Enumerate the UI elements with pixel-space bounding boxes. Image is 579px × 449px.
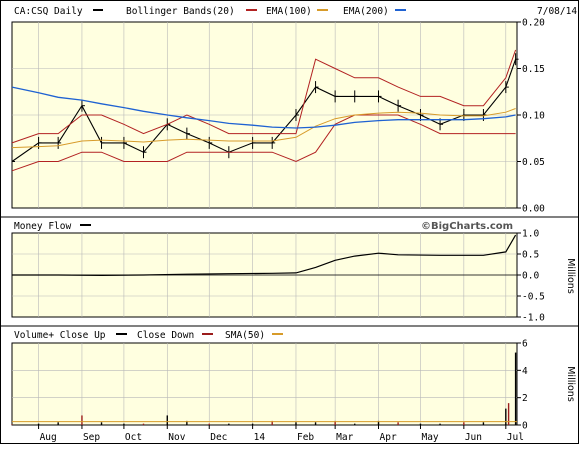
x-tick-label: 14 xyxy=(254,432,266,443)
money-flow-title: Money Flow xyxy=(14,221,71,232)
chart-date: 7/08/14 xyxy=(537,6,577,17)
x-tick-label: Sep xyxy=(83,432,100,443)
price-ytick-label: 0.15 xyxy=(522,64,545,75)
money-flow-ytick-label: -0.5 xyxy=(522,292,545,303)
volume-ylabel: Millions xyxy=(565,366,576,402)
price-ytick-label: 0.05 xyxy=(522,157,545,168)
ema200-legend-label: EMA(200) xyxy=(343,6,389,17)
money-flow-ylabel: Millions xyxy=(565,258,576,294)
volume-title: Volume+ Close Up xyxy=(14,330,106,341)
volume-ytick-label: 0 xyxy=(522,421,528,432)
price-ytick-label: 0.10 xyxy=(522,111,545,122)
stock-chart: Aug Sep Oct Nov Dec 14 Feb Mar Apr May Jun Jul 0.20 0… xyxy=(0,0,579,444)
close-down-legend-label: Close Down xyxy=(137,330,194,341)
money-flow-ytick-label: 1.0 xyxy=(522,229,539,240)
x-tick-label: Apr xyxy=(380,432,397,443)
x-tick-label: Aug xyxy=(40,432,57,443)
x-tick-label: Jun xyxy=(465,432,482,443)
volume-ytick-label: 4 xyxy=(522,366,528,377)
x-tick-label: Feb xyxy=(297,432,314,443)
volume-ytick-label: 2 xyxy=(522,393,528,404)
x-tick-label: Mar xyxy=(336,432,353,443)
sma50-legend-label: SMA(50) xyxy=(225,330,265,341)
volume-panel xyxy=(11,342,518,426)
x-tick-label: Jul xyxy=(507,432,524,443)
chart-canvas: Aug Sep Oct Nov Dec 14 Feb Mar Apr May Jun Jul 0.20 0… xyxy=(0,0,579,444)
ema100-legend-label: EMA(100) xyxy=(266,6,312,17)
bollinger-legend-label: Bollinger Bands(20) xyxy=(126,6,235,17)
x-tick-label: May xyxy=(421,432,438,443)
volume-ytick-label: 6 xyxy=(522,339,528,350)
money-flow-ytick-label: 0.0 xyxy=(522,271,539,282)
x-tick-label: Dec xyxy=(210,432,227,443)
price-ytick-label: 0.20 xyxy=(522,18,545,29)
price-ytick-label: 0.00 xyxy=(522,204,545,215)
money-flow-ytick-label: 0.5 xyxy=(522,250,539,261)
x-tick-label: Nov xyxy=(168,432,185,443)
x-tick-label: Oct xyxy=(125,432,142,443)
symbol-label: CA:CSQ Daily xyxy=(14,6,83,17)
money-flow-ytick-label: -1.0 xyxy=(522,313,545,324)
watermark: ©BigCharts.com xyxy=(421,221,513,232)
